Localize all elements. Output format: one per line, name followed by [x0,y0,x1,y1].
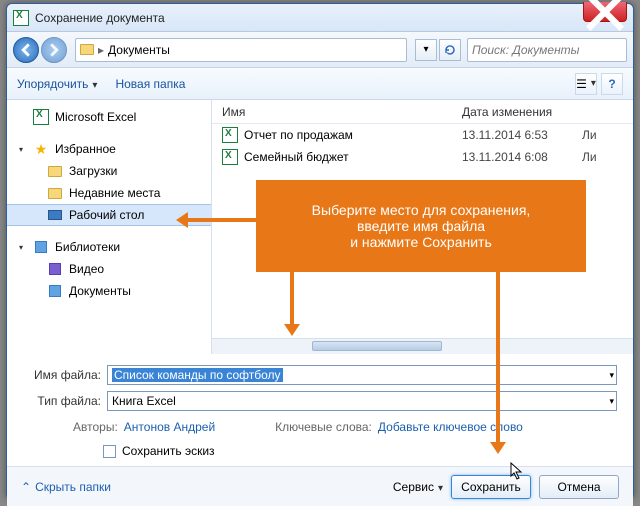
keywords-label: Ключевые слова: [275,420,372,434]
thumbnail-checkbox[interactable] [103,445,116,458]
col-name[interactable]: Имя [212,105,462,119]
annotation-callout: Выберите место для сохранения, введите и… [256,180,586,272]
sidebar-video[interactable]: Видео [7,258,211,280]
address-bar[interactable]: ▸ Документы [75,38,407,62]
scrollbar-thumb[interactable] [312,341,442,351]
tools-menu[interactable]: Сервис▾ [393,480,443,494]
help-icon: ? [608,77,615,91]
hide-folders-link[interactable]: ⌃ Скрыть папки [21,480,393,494]
window-title: Сохранение документа [35,11,165,25]
file-row[interactable]: Отчет по продажам 13.11.2014 6:53 Ли [212,124,633,146]
sidebar-downloads[interactable]: Загрузки [7,160,211,182]
form-area: Имя файла: Список команды по софтболу ▾ … [7,354,633,414]
view-icon: ☰ [576,77,587,91]
cursor-icon [510,462,524,485]
sidebar-libraries[interactable]: ▾ Библиотеки [7,236,211,258]
folder-icon [48,166,62,177]
sidebar-favorites[interactable]: ▾ ★ Избранное [7,138,211,160]
navbar: ▸ Документы ▾ Поиск: Документы [7,32,633,68]
cancel-button[interactable]: Отмена [539,475,619,499]
breadcrumb-location[interactable]: Документы [108,43,170,57]
thumbnail-row: Сохранить эскиз [7,440,633,466]
dropdown-icon[interactable]: ▾ [609,370,614,381]
organize-menu[interactable]: Упорядочить▾ [17,77,97,91]
chevron-up-icon: ⌃ [21,480,31,494]
arrow-left-icon [19,43,33,57]
authors-value[interactable]: Антонов Андрей [124,420,215,434]
footer: ⌃ Скрыть папки Сервис▾ Сохранить Отмена [7,466,633,506]
new-folder-button[interactable]: Новая папка [115,77,185,91]
address-dropdown[interactable]: ▾ [415,39,437,61]
arrow-right-icon [47,43,61,57]
desktop-icon [48,210,62,220]
documents-icon [49,285,61,297]
dropdown-icon[interactable]: ▾ [609,396,614,407]
folder-icon [80,44,94,55]
star-icon: ★ [33,141,49,157]
excel-icon [13,10,29,26]
thumbnail-label: Сохранить эскиз [122,444,215,458]
forward-button[interactable] [41,37,67,63]
column-headers: Имя Дата изменения [212,100,633,124]
toolbar: Упорядочить▾ Новая папка ☰▾ ? [7,68,633,100]
back-button[interactable] [13,37,39,63]
expand-icon[interactable]: ▾ [19,145,23,154]
metadata-row: Авторы: Антонов Андрей Ключевые слова: Д… [7,414,633,440]
filename-input[interactable]: Список команды по софтболу ▾ [107,365,617,385]
refresh-icon [444,44,456,56]
video-icon [49,263,61,275]
filetype-label: Тип файла: [23,394,101,408]
col-date[interactable]: Дата изменения [462,105,582,119]
library-icon [35,241,47,253]
search-placeholder: Поиск: Документы [472,43,580,57]
horizontal-scrollbar[interactable] [212,338,633,354]
search-input[interactable]: Поиск: Документы [467,38,627,62]
xlsx-icon [222,127,238,143]
close-button[interactable] [583,2,627,22]
breadcrumb-sep: ▸ [98,43,104,57]
view-button[interactable]: ☰▾ [575,73,597,95]
help-button[interactable]: ? [601,73,623,95]
sidebar-excel[interactable]: Microsoft Excel [7,106,211,128]
close-icon [584,0,626,33]
folder-icon [48,188,62,199]
xlsx-icon [222,149,238,165]
filetype-select[interactable]: Книга Excel ▾ [107,391,617,411]
authors-label: Авторы: [73,420,118,434]
titlebar: Сохранение документа [7,4,633,32]
refresh-button[interactable] [439,39,461,61]
sidebar-recent[interactable]: Недавние места [7,182,211,204]
file-row[interactable]: Семейный бюджет 13.11.2014 6:08 Ли [212,146,633,168]
expand-icon[interactable]: ▾ [19,243,23,252]
sidebar-documents[interactable]: Документы [7,280,211,302]
annotation-arrow [496,272,500,450]
annotation-arrow [290,272,294,332]
excel-icon [33,109,49,125]
annotation-arrow [180,218,256,222]
keywords-value[interactable]: Добавьте ключевое слово [378,420,523,434]
filename-label: Имя файла: [23,368,101,382]
